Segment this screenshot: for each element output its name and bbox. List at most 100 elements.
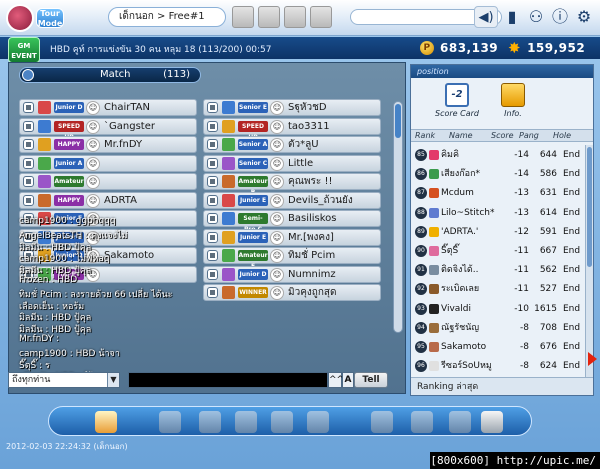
checkbox[interactable] [23,120,34,132]
checkbox[interactable] [207,120,218,132]
chat-input[interactable] [128,372,328,388]
checkbox[interactable] [207,287,218,298]
avatar-slot[interactable] [310,6,332,28]
ranking-score: -8 [520,361,529,372]
phone-icon[interactable]: ▮ [502,6,522,28]
ranking-row[interactable]: 88 Lilo~Stitch* -13 614 End [411,203,587,223]
avatar-slots [232,6,336,30]
settings-icon[interactable] [307,411,329,433]
checkbox[interactable] [207,176,218,187]
shop-icon[interactable] [235,411,257,433]
ranking-pang: 667 [539,246,557,256]
rank-position: 86 [415,168,427,181]
emblem-icon: ☺ [270,286,284,300]
expand-arrow-icon[interactable] [588,352,597,366]
checkbox[interactable] [23,176,34,187]
checkbox[interactable] [23,194,34,206]
ranking-row[interactable]: 92 ระเบิดเลย -11 527 End [411,279,587,299]
font-size-button[interactable]: ^^ [328,372,344,388]
character-icon [222,156,235,170]
alert-icon[interactable]: ⓘ [550,6,570,28]
player-row[interactable]: Amateur E☺ ทิมชั่ Pcim [203,247,381,270]
bold-button[interactable]: A [342,372,354,388]
ranking-scrollbar[interactable] [585,145,593,377]
checkbox[interactable] [207,250,218,261]
avatar-slot[interactable] [284,6,306,28]
ranking-row[interactable]: 94 ณัฐรัชนัญ -8 708 End [411,318,587,338]
checkbox[interactable] [23,139,34,150]
ranking-row[interactable]: 87 Mcdum -13 631 End [411,183,587,203]
rank-position: 95 [415,341,427,353]
player-row[interactable]: Senior E ☺ SฐุหัวชD [203,99,381,116]
speaker-icon[interactable]: ◀) [474,6,498,28]
ranking-scroll-thumb[interactable] [587,147,592,267]
player-row[interactable]: Junior D ☺ ChairTAN [19,99,197,116]
tell-button[interactable]: Tell [354,372,388,388]
player-row[interactable]: Junior E ☺ Devils_ถ้วนยัง [203,191,381,209]
character-icon [38,119,51,133]
camera-icon[interactable] [449,411,471,433]
chat-channel-select[interactable]: ถึงทุกท่าน ▼ [8,372,120,388]
gift-icon[interactable] [271,411,293,433]
player-row[interactable]: Junior E ☺ Mr.[พงคง] [203,228,381,246]
room-info-bar: GM EVENT HBD คูท์ การแข่งขัน 30 คน หลุม … [0,37,600,63]
avatar-slot[interactable] [258,6,280,28]
friends-search-icon[interactable]: ⚇ [526,6,546,28]
exit-icon[interactable] [481,411,503,433]
room-title: เด็กนอก > Free#1 [108,7,226,27]
player-row[interactable]: Amateur B☺ คุณพระ !! [203,173,381,196]
player-row[interactable]: HAPPY ☺ ADRTA [19,191,197,209]
info-button[interactable]: Info. [491,83,535,125]
ranking-row[interactable]: 95 Sakamoto -8 676 End [411,337,587,357]
player-row[interactable]: HAPPY ☺ Mr.fnDY [19,136,197,153]
rank-position: 92 [415,283,427,296]
score-card-button[interactable]: -2 Score Card [435,83,479,125]
ranking-row[interactable]: 91 ติดจิงได้.. -11 562 End [411,260,587,280]
avatar-slot[interactable] [232,6,254,28]
player-icon [429,322,439,333]
friends-icon[interactable] [411,411,433,433]
gear-icon[interactable]: ⚙ [574,6,594,28]
checkbox[interactable] [207,194,218,206]
player-list-scrollbar[interactable] [393,101,403,333]
player-row[interactable]: Senior C ☺ Little [203,154,381,172]
ranking-row[interactable]: 93 Vivaldi -10 1615 End [411,299,587,319]
player-row[interactable]: Amateur ☺ [19,173,197,190]
checkbox[interactable] [23,157,34,169]
rank-badge: Amateur [54,176,84,187]
checkbox[interactable] [23,102,34,113]
player-row[interactable]: Junior A ☺ [19,154,197,172]
checkbox[interactable] [207,139,218,150]
player-row[interactable]: Senior A ☺ ตัว*ลูU [203,136,381,153]
emblem-icon: ☺ [86,156,100,171]
player-row[interactable]: SPEED UP☺ tao3311 [203,117,381,141]
checkbox[interactable] [207,102,218,113]
ranking-row[interactable]: 96 รีซอร์SoUหมู -8 624 End [411,356,587,376]
ranking-name: Mcdum [441,188,474,199]
rank-position: 89 [415,225,427,238]
bag-icon[interactable] [371,411,393,433]
player-row[interactable]: Junior D ☺ Numnimz [203,265,381,283]
ranking-row[interactable]: 90 Sิ๊ตุSิ๊ -11 667 End [411,241,587,261]
checkbox[interactable] [207,268,218,280]
checkbox[interactable] [207,157,218,169]
checkbox[interactable] [207,231,218,243]
character-icon [222,193,235,207]
ball-icon[interactable] [159,411,181,433]
club-icon[interactable] [95,411,117,433]
emblem-icon: ☺ [270,267,284,282]
ranking-hole: End [563,207,581,218]
ranking-row[interactable]: 86 เสียงก๊อก* -14 586 End [411,164,587,184]
scroll-thumb[interactable] [395,104,401,138]
chevron-down-icon[interactable]: ▼ [107,373,119,387]
player-row[interactable]: SPEED UP☺ `Gangster [19,117,197,141]
ranking-row[interactable]: 85 คิมคิ -14 644 End [411,145,587,165]
match-tab[interactable]: Match (113) [19,67,201,83]
ranking-row[interactable]: 89 'ADRTA.' -12 591 End [411,222,587,242]
lucky-icon[interactable] [199,411,221,433]
rank-position: 96 [415,360,427,373]
checkbox[interactable] [207,213,218,224]
player-row[interactable]: Semi-Pro C☺ Basiliskos [203,210,381,233]
player-row[interactable]: WINNER ☺ มิวคุงถูกสุด [203,284,381,301]
ranking-panel-title: position [411,65,593,78]
